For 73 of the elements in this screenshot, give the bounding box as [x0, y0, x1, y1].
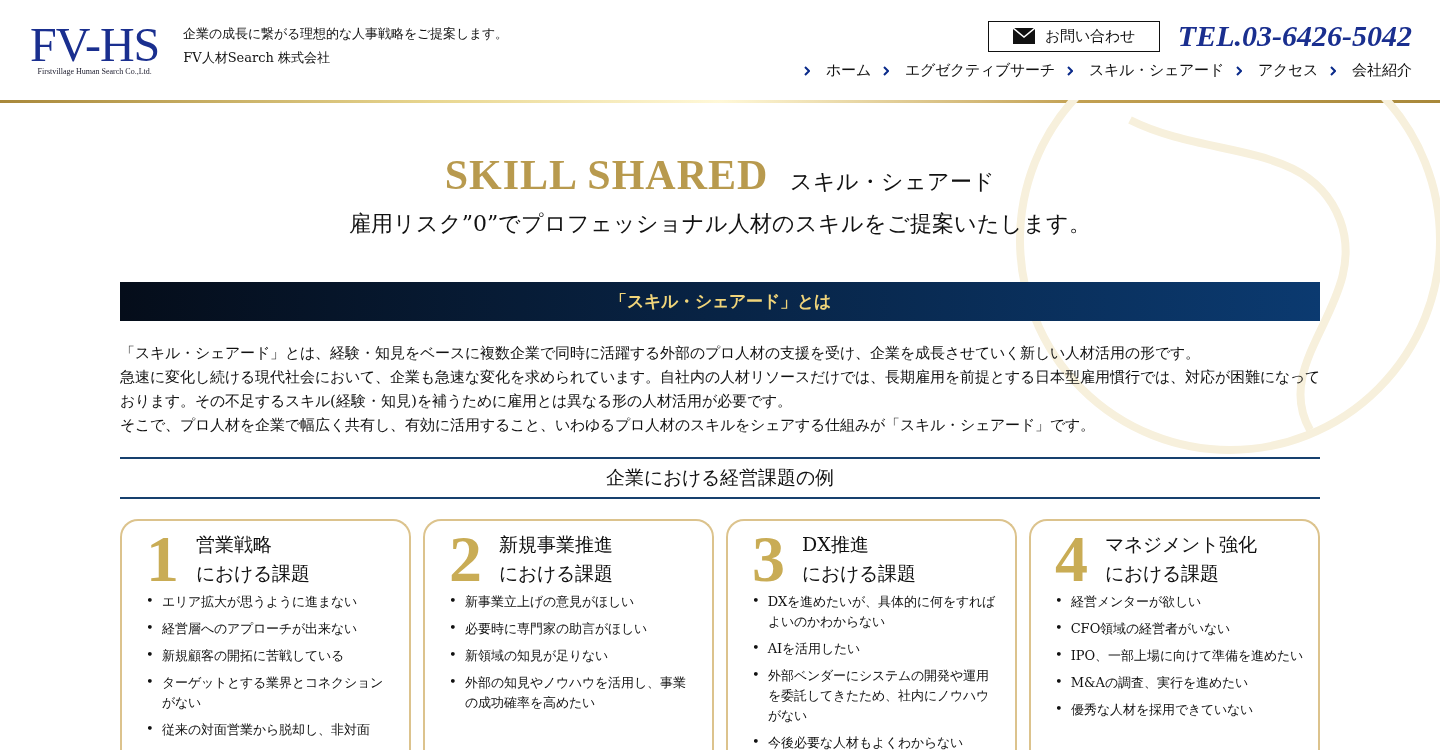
nav-link[interactable]: アクセス — [1258, 61, 1318, 80]
issue-item: 今後必要な人材もよくわからない — [767, 734, 963, 750]
card-title: DX推進 — [802, 532, 870, 557]
issue-item: 外部の知見やノウハウを活用し、事業の成功確率を高めたい — [464, 674, 687, 712]
issue-item: 新規顧客の開拓に苦戦している — [161, 647, 344, 665]
bullet: • — [752, 592, 760, 610]
issue-item: 必要時に専門家の助言がほしい — [464, 620, 647, 638]
issue-item: AIを活用したい — [767, 640, 861, 658]
chevron-icon — [1236, 65, 1242, 76]
description-paragraph: 「スキル・シェアード」とは、経験・知見をベースに複数企業で同時に活躍する外部のプロ人材の支援を受け、企業を成長させていく新しい人材活用の形です。 — [120, 343, 1201, 364]
chevron-icon — [804, 65, 810, 76]
issue-item: 経営層へのアプローチが出来ない — [161, 620, 357, 638]
envelope-icon — [1012, 28, 1035, 44]
bullet: • — [449, 592, 457, 610]
bullet: • — [752, 666, 760, 684]
bullet: • — [146, 673, 154, 691]
bullet: • — [1055, 673, 1063, 691]
bullet: • — [1055, 592, 1063, 610]
bullet: • — [752, 639, 760, 657]
hero-title: SKILL SHARED — [444, 151, 769, 199]
examples-heading: 企業における経営課題の例 — [120, 457, 1320, 499]
nav-link[interactable]: ホーム — [826, 61, 871, 80]
nav-link[interactable]: 会社紹介 — [1352, 61, 1412, 80]
chevron-icon — [1067, 65, 1073, 76]
card-number: 2 — [449, 529, 481, 589]
card-title: における課題 — [802, 561, 916, 586]
card-title: マネジメント強化 — [1105, 532, 1257, 557]
card-title: 新規事業推進 — [499, 532, 613, 557]
issue-item: 経営メンターが欲しい — [1070, 593, 1201, 611]
issue-item: 優秀な人材を採用できていない — [1070, 701, 1253, 719]
bullet: • — [449, 646, 457, 664]
company-name: FV人材Search 株式会社 — [183, 49, 332, 67]
description-paragraph: 急速に変化し続ける現代社会において、企業も急速な変化を求められています。自社内の人材リソースだけでは、長期雇用を前提とする日本型雇用慣行では、対応が困難になっております。その不足するスキル(経験・知見)を補うために雇用とは異なる形の人材活用が必要です。 — [120, 367, 1320, 412]
bullet: • — [1055, 700, 1063, 718]
bullet: • — [146, 592, 154, 610]
issue-item: 新領域の知見が足りない — [464, 647, 608, 665]
issue-item: IPO、一部上場に向けて準備を進めたい — [1070, 647, 1304, 665]
chevron-icon — [883, 65, 889, 76]
issue-item: M&Aの調査、実行を進めたい — [1070, 674, 1248, 692]
bullet: • — [752, 733, 760, 750]
bullet: • — [449, 619, 457, 637]
contact-button[interactable]: お問い合わせ — [987, 20, 1160, 52]
hero-subtitle: 雇用リスク”0”でプロフェッショナル人材のスキルをご提案いたします。 — [348, 210, 1092, 238]
hero-title-japanese: スキル・シェアード — [790, 168, 996, 196]
tagline: 企業の成長に繋がる理想的な人事戦略をご提案します。 — [183, 25, 509, 43]
issue-item: 外部ベンダーにシステムの開発や運用を委託してきたため、社内にノウハウがない — [767, 667, 990, 725]
bullet: • — [146, 646, 154, 664]
issue-item: CFO領域の経営者がいない — [1070, 620, 1231, 638]
card-number: 4 — [1055, 529, 1087, 589]
issue-item: エリア拡大が思うように進まない — [161, 593, 357, 611]
nav-link[interactable]: スキル・シェアード — [1089, 61, 1224, 80]
card-number: 1 — [146, 529, 178, 589]
section-heading: 「スキル・シェアード」とは — [120, 282, 1320, 321]
card-title: における課題 — [1105, 561, 1220, 586]
issue-item: ターゲットとする業界とコネクションがない — [161, 674, 384, 712]
description-paragraph: そこで、プロ人材を企業で幅広く共有し、有効に活用すること、いわゆるプロ人材のスキルをシェアする仕組みが「スキル・シェアード」です。 — [120, 415, 1096, 436]
issue-item: 従来の対面営業から脱却し、非対面 — [161, 721, 370, 739]
bullet: • — [146, 720, 154, 738]
bullet: • — [1055, 646, 1063, 664]
chevron-icon — [1330, 65, 1336, 76]
card-title: 営業戦略 — [196, 532, 273, 557]
nav-link[interactable]: エグゼクティブサーチ — [905, 61, 1055, 80]
logo[interactable]: FV-HS — [30, 24, 160, 66]
bullet: • — [146, 619, 154, 637]
phone-number: TEL.03-6426-5042 — [1177, 19, 1412, 53]
bullet: • — [449, 673, 457, 691]
card-number: 3 — [752, 529, 784, 589]
card-title: における課題 — [196, 561, 310, 586]
issue-item: DXを進めたいが、具体的に何をすればよいのかわからない — [767, 593, 997, 631]
bullet: • — [1055, 619, 1063, 637]
issue-item: 新事業立上げの意見がほしい — [464, 593, 634, 611]
card-title: における課題 — [499, 561, 613, 586]
logo-subtitle: Firstvillage Human Search Co.,Ltd. — [37, 67, 152, 76]
